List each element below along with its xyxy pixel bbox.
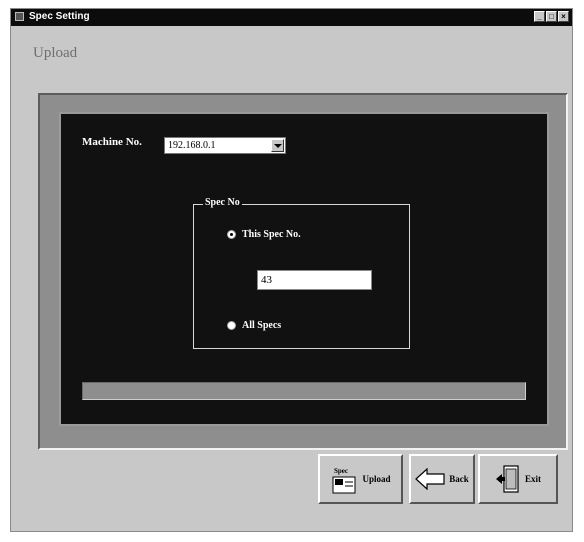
svg-text:Spec: Spec [334, 467, 348, 475]
all-specs-label: All Specs [242, 320, 282, 331]
content-frame: Machine No. 192.168.0.1 Spec No This Spe… [38, 93, 568, 450]
machine-no-value: 192.168.0.1 [168, 140, 216, 151]
all-specs-option[interactable]: All Specs [227, 320, 281, 331]
upload-button-label: Upload [362, 474, 391, 484]
maximize-button[interactable]: □ [546, 11, 557, 22]
title-bar[interactable]: Spec Setting _ □ × [11, 9, 572, 26]
close-button[interactable]: × [558, 11, 569, 22]
upload-panel: Machine No. 192.168.0.1 Spec No This Spe… [59, 112, 549, 426]
machine-no-label: Machine No. [82, 136, 142, 148]
back-button-label: Back [449, 474, 469, 484]
back-arrow-icon [415, 468, 445, 490]
spec-no-group-title: Spec No [203, 197, 242, 208]
window-controls: _ □ × [534, 11, 569, 22]
upload-icon: Spec [330, 463, 358, 495]
back-button[interactable]: Back [409, 454, 475, 504]
all-specs-radio[interactable] [227, 321, 236, 330]
spec-no-group: Spec No This Spec No. All Specs [193, 197, 410, 349]
this-spec-label: This Spec No. [242, 229, 301, 240]
page-heading: Upload [33, 45, 78, 61]
spec-setting-window: Spec Setting _ □ × Upload Machine No. 19… [10, 8, 573, 532]
chevron-down-icon[interactable] [271, 139, 284, 152]
upload-button[interactable]: Spec Upload [318, 454, 403, 504]
minimize-button[interactable]: _ [534, 11, 545, 22]
machine-no-dropdown[interactable]: 192.168.0.1 [164, 137, 286, 154]
exit-button-label: Exit [524, 474, 541, 484]
this-spec-option[interactable]: This Spec No. [227, 229, 301, 240]
window-title: Spec Setting [29, 11, 90, 22]
this-spec-radio[interactable] [227, 230, 236, 239]
app-icon [15, 12, 24, 21]
exit-door-icon [495, 464, 521, 494]
upload-progress-bar [82, 382, 526, 400]
spec-no-input[interactable] [257, 270, 372, 290]
exit-button[interactable]: Exit [478, 454, 558, 504]
